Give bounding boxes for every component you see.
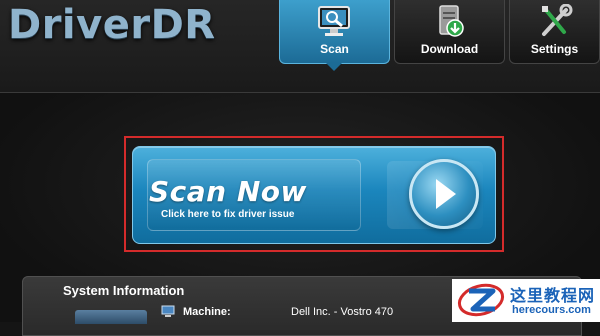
watermark: 这里教程网 herecours.com bbox=[452, 279, 600, 322]
watermark-title: 这里教程网 bbox=[510, 286, 596, 305]
active-tab-pointer bbox=[326, 63, 342, 71]
computer-icon bbox=[161, 305, 175, 323]
scan-now-button[interactable]: Scan Now Click here to fix driver issue bbox=[132, 146, 496, 244]
system-information-title: System Information bbox=[63, 283, 185, 298]
scan-now-title: Scan Now bbox=[149, 175, 307, 208]
tab-settings[interactable]: Settings bbox=[509, 0, 600, 64]
wrench-screwdriver-icon bbox=[536, 3, 576, 40]
tab-scan-label: Scan bbox=[320, 42, 349, 56]
machine-label: Machine: bbox=[183, 306, 231, 318]
app-logo: DriverDR bbox=[8, 2, 216, 48]
watermark-url: herecours.com bbox=[512, 304, 591, 316]
tab-scan[interactable]: Scan bbox=[279, 0, 390, 64]
watermark-logo-icon bbox=[456, 282, 506, 324]
tab-download[interactable]: Download bbox=[394, 0, 505, 64]
server-download-icon bbox=[430, 4, 470, 40]
scan-now-subtitle: Click here to fix driver issue bbox=[161, 209, 295, 220]
arrow-right-circle-icon[interactable] bbox=[409, 159, 479, 229]
app-header: DriverDR Scan Download Settings bbox=[0, 0, 600, 93]
machine-value: Dell Inc. - Vostro 470 bbox=[291, 306, 394, 318]
monitor-search-icon bbox=[315, 4, 355, 40]
tab-settings-label: Settings bbox=[530, 42, 579, 56]
tab-download-label: Download bbox=[420, 42, 479, 56]
